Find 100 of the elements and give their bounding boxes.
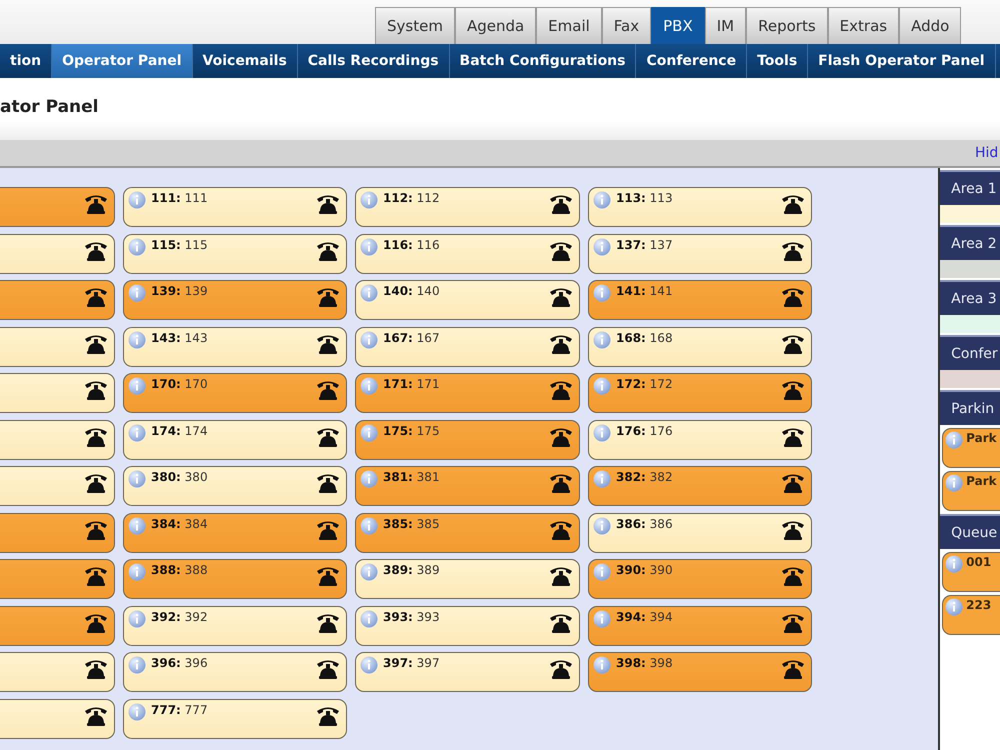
extension-card[interactable]: 397: 397: [355, 652, 580, 692]
extension-card[interactable]: 385: 385: [355, 512, 580, 552]
top-tab[interactable]: Agenda: [454, 7, 536, 44]
info-icon[interactable]: [945, 431, 964, 449]
extension-card[interactable]: [0, 234, 115, 274]
info-icon[interactable]: [128, 610, 146, 628]
extension-card[interactable]: 167: 167: [355, 326, 580, 366]
extension-card[interactable]: [0, 652, 115, 692]
info-icon[interactable]: [128, 516, 146, 534]
info-icon[interactable]: [360, 610, 378, 628]
top-tab[interactable]: System: [375, 7, 455, 44]
extension-card[interactable]: 393: 393: [355, 606, 580, 646]
extension-card[interactable]: 394: 394: [588, 606, 812, 646]
info-icon[interactable]: [128, 330, 146, 348]
extension-card[interactable]: 137: 137: [588, 234, 812, 274]
hide-link[interactable]: Hid: [975, 145, 1000, 161]
extension-card[interactable]: 175: 175: [355, 420, 580, 460]
extension-card[interactable]: 388: 388: [123, 559, 347, 599]
extension-card[interactable]: 171: 171: [355, 373, 580, 413]
extension-card[interactable]: 141: 141: [588, 280, 812, 320]
extension-card[interactable]: [0, 606, 115, 646]
extension-card[interactable]: [0, 512, 115, 552]
extension-card[interactable]: 115: 115: [123, 234, 347, 274]
extension-card[interactable]: 112: 112: [355, 187, 580, 227]
extension-card[interactable]: 777: 777: [123, 698, 347, 738]
info-icon[interactable]: [128, 656, 146, 674]
extension-card[interactable]: [0, 466, 115, 506]
panel-card[interactable]: Park: [942, 428, 1000, 468]
extension-card[interactable]: 392: 392: [123, 606, 347, 646]
panel-header[interactable]: Area 3: [940, 280, 1000, 315]
extension-card[interactable]: 111: 111: [123, 187, 347, 227]
info-icon[interactable]: [360, 563, 378, 581]
info-icon[interactable]: [945, 598, 964, 616]
panel-header[interactable]: Area 1: [940, 170, 1000, 205]
info-icon[interactable]: [128, 238, 146, 256]
extension-card[interactable]: [0, 280, 115, 320]
panel-card[interactable]: 223: [942, 595, 1000, 635]
info-icon[interactable]: [593, 424, 611, 442]
info-icon[interactable]: [360, 238, 378, 256]
info-icon[interactable]: [593, 656, 611, 674]
info-icon[interactable]: [593, 610, 611, 628]
nav-tab[interactable]: Operator Panel: [52, 44, 193, 78]
extension-card[interactable]: 386: 386: [588, 512, 812, 552]
top-tab[interactable]: Addo: [899, 7, 962, 44]
info-icon[interactable]: [128, 377, 146, 395]
top-tab[interactable]: IM: [704, 7, 746, 44]
info-icon[interactable]: [128, 191, 146, 209]
info-icon[interactable]: [593, 563, 611, 581]
info-icon[interactable]: [128, 702, 146, 720]
panel-card[interactable]: 001: [942, 552, 1000, 592]
extension-card[interactable]: [0, 420, 115, 460]
extension-card[interactable]: 139: 139: [123, 280, 347, 320]
extension-card[interactable]: 176: 176: [588, 420, 812, 460]
extension-card[interactable]: [0, 187, 115, 227]
info-icon[interactable]: [593, 191, 611, 209]
panel-header[interactable]: Confer: [940, 335, 1000, 370]
extension-card[interactable]: 143: 143: [123, 326, 347, 366]
extension-card[interactable]: 174: 174: [123, 420, 347, 460]
info-icon[interactable]: [593, 516, 611, 534]
info-icon[interactable]: [945, 474, 964, 492]
extension-card[interactable]: 396: 396: [123, 652, 347, 692]
panel-header[interactable]: Area 2: [940, 225, 1000, 260]
extension-card[interactable]: [0, 559, 115, 599]
extension-card[interactable]: 382: 382: [588, 466, 812, 506]
extension-card[interactable]: [0, 373, 115, 413]
info-icon[interactable]: [360, 470, 378, 488]
extension-card[interactable]: [0, 698, 115, 738]
info-icon[interactable]: [360, 284, 378, 302]
info-icon[interactable]: [128, 284, 146, 302]
panel-header[interactable]: Queue: [940, 514, 1000, 549]
info-icon[interactable]: [593, 284, 611, 302]
extension-card[interactable]: 380: 380: [123, 466, 347, 506]
info-icon[interactable]: [593, 470, 611, 488]
extension-card[interactable]: 140: 140: [355, 280, 580, 320]
extension-card[interactable]: 398: 398: [588, 652, 812, 692]
info-icon[interactable]: [360, 330, 378, 348]
info-icon[interactable]: [360, 377, 378, 395]
info-icon[interactable]: [593, 377, 611, 395]
info-icon[interactable]: [593, 330, 611, 348]
top-tab[interactable]: Extras: [828, 7, 900, 44]
panel-header[interactable]: Parkin: [940, 390, 1000, 425]
extension-card[interactable]: 168: 168: [588, 326, 812, 366]
info-icon[interactable]: [360, 424, 378, 442]
info-icon[interactable]: [360, 191, 378, 209]
extension-card[interactable]: 172: 172: [588, 373, 812, 413]
extension-card[interactable]: [0, 326, 115, 366]
extension-card[interactable]: 381: 381: [355, 466, 580, 506]
info-icon[interactable]: [128, 563, 146, 581]
extension-card[interactable]: 116: 116: [355, 234, 580, 274]
info-icon[interactable]: [360, 516, 378, 534]
info-icon[interactable]: [360, 656, 378, 674]
extension-card[interactable]: 390: 390: [588, 559, 812, 599]
info-icon[interactable]: [945, 555, 964, 573]
extension-card[interactable]: 384: 384: [123, 512, 347, 552]
extension-card[interactable]: 113: 113: [588, 187, 812, 227]
top-tab[interactable]: Email: [536, 7, 602, 44]
top-tab[interactable]: PBX: [651, 7, 705, 44]
top-tab[interactable]: Reports: [746, 7, 828, 44]
top-tab[interactable]: Fax: [602, 7, 652, 44]
extension-card[interactable]: 389: 389: [355, 559, 580, 599]
